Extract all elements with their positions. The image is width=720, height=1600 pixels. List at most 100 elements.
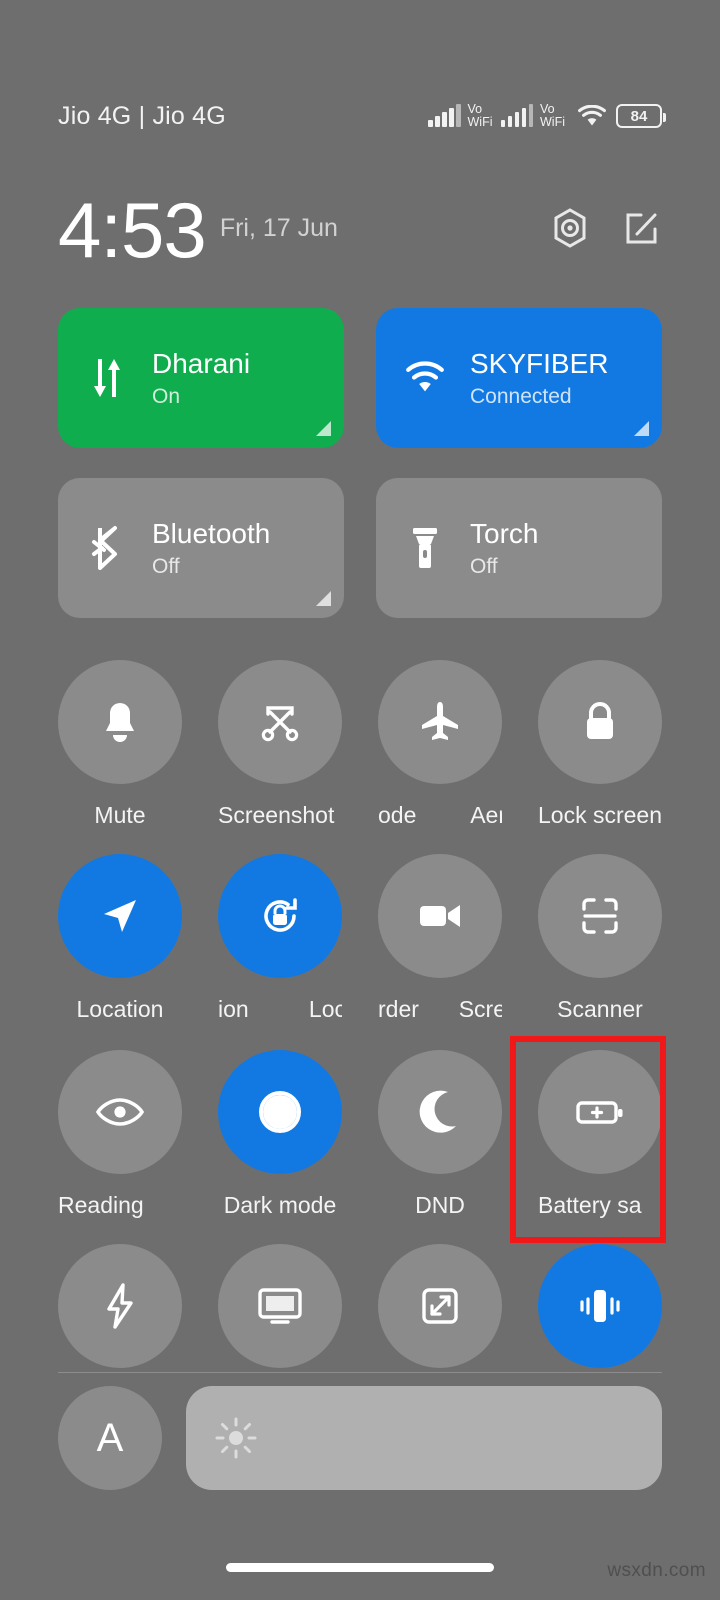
wifi-icon — [577, 104, 607, 128]
wifi-title: SKYFIBER — [470, 347, 609, 379]
tile-label-marquee: rder Scre — [378, 994, 502, 1024]
scan-frame-icon[interactable] — [538, 854, 662, 978]
tile-label: DND — [415, 1191, 465, 1218]
header-actions — [550, 207, 662, 253]
tile-scanner[interactable]: Scanner — [538, 854, 662, 1024]
tile-dark-mode[interactable]: Dark mode — [218, 1050, 342, 1220]
home-gesture-bar[interactable] — [226, 1563, 494, 1572]
vowifi-line2: WiFi — [467, 115, 493, 129]
status-icons: Vo WiFi Vo WiFi 84 — [428, 103, 666, 129]
clock-date: Fri, 17 Jun — [219, 213, 338, 242]
battery-icon: 84 — [616, 104, 666, 128]
tile-label: Screenshot — [218, 801, 335, 828]
expand-corner-icon[interactable] — [316, 591, 331, 606]
mobile-data-title: Dharani — [152, 347, 251, 379]
tile-label: Dark mode — [223, 1191, 337, 1218]
bell-icon[interactable] — [58, 660, 182, 784]
tile-label: Location — [76, 995, 164, 1022]
tile-label-part-b: Loc — [308, 995, 342, 1022]
wifi-icon — [402, 359, 448, 397]
brightness-slider[interactable] — [186, 1386, 662, 1490]
tile-screenshot[interactable]: Screenshot — [218, 660, 342, 830]
auto-brightness-button[interactable]: A — [58, 1386, 162, 1490]
watermark: wsxdn.com — [607, 1560, 706, 1581]
mobile-data-tile[interactable]: Dharani On — [58, 308, 344, 448]
flashlight-icon — [402, 524, 448, 572]
screenshot-scissors-icon[interactable] — [218, 660, 342, 784]
carrier-label: Jio 4G | Jio 4G — [58, 101, 226, 130]
tile-label-marquee: ode Aer — [378, 800, 502, 830]
tile-label-part-a: rder — [378, 995, 419, 1022]
tile-screen-recorder[interactable]: rder Scre — [378, 854, 502, 1024]
expand-corner-icon[interactable] — [316, 421, 331, 436]
tile-label-marquee: ion Loc — [218, 994, 342, 1024]
tile-battery-saver[interactable]: Battery sa — [538, 1050, 662, 1220]
battery-percent: 84 — [630, 107, 648, 125]
monitor-icon[interactable] — [218, 1244, 342, 1368]
lock-icon[interactable] — [538, 660, 662, 784]
settings-hexagon-icon[interactable] — [550, 207, 590, 249]
data-arrows-icon — [84, 355, 130, 401]
vowifi-icon: Vo WiFi — [468, 103, 493, 129]
torch-tile[interactable]: Torch Off — [376, 478, 662, 618]
big-tiles-row-1: Dharani On SKYFIBER Connected — [58, 308, 662, 448]
airplane-icon[interactable] — [378, 660, 502, 784]
torch-title: Torch — [470, 517, 539, 549]
contrast-circle-icon[interactable] — [218, 1050, 342, 1174]
big-tiles-row-2: Bluetooth Off Torch Off — [58, 478, 662, 618]
quick-tiles-row-2: Location ion Loc rder Scre Scanner — [58, 854, 662, 1024]
battery-plus-icon[interactable] — [538, 1050, 662, 1174]
signal-bars-icon — [500, 104, 533, 127]
bluetooth-icon — [84, 524, 130, 572]
tile-label-part-a: ode — [378, 801, 417, 828]
tile-power-boost[interactable] — [58, 1244, 182, 1368]
mobile-data-subtitle: On — [152, 384, 181, 408]
tile-location[interactable]: Location — [58, 854, 182, 1024]
camcorder-icon[interactable] — [378, 854, 502, 978]
tile-label-part-b: Aer — [470, 801, 502, 828]
tile-vibration[interactable] — [538, 1244, 662, 1368]
location-arrow-icon[interactable] — [58, 854, 182, 978]
tile-label-part-a: ion — [218, 995, 249, 1022]
tile-dnd[interactable]: DND — [378, 1050, 502, 1220]
tile-mute[interactable]: Mute — [58, 660, 182, 830]
tile-lock-screen[interactable]: Lock screen — [538, 660, 662, 830]
tile-label: Scanner — [557, 995, 643, 1022]
expand-arrows-icon[interactable] — [378, 1244, 502, 1368]
status-bar: Jio 4G | Jio 4G Vo WiFi Vo WiFi 84 — [0, 96, 720, 136]
quick-tiles-row-3: Reading Dark mode DND Battery sa — [58, 1050, 662, 1220]
panel-divider — [58, 1372, 662, 1373]
clock-time: 4:53 — [58, 186, 207, 274]
bluetooth-tile[interactable]: Bluetooth Off — [58, 478, 344, 618]
wifi-tile[interactable]: SKYFIBER Connected — [376, 308, 662, 448]
moon-icon[interactable] — [378, 1050, 502, 1174]
tile-cast-screen[interactable] — [218, 1244, 342, 1368]
expand-corner-icon[interactable] — [634, 421, 649, 436]
tile-label: Battery sa — [538, 1191, 642, 1218]
signal-bars-icon — [428, 104, 461, 127]
vowifi-line2: WiFi — [540, 115, 565, 129]
edit-pencil-icon[interactable] — [622, 208, 662, 248]
quick-tiles-row-4 — [58, 1244, 662, 1368]
tile-aeroplane-mode[interactable]: ode Aer — [378, 660, 502, 830]
tile-resize-screen[interactable] — [378, 1244, 502, 1368]
rotation-lock-icon[interactable] — [218, 854, 342, 978]
eye-icon[interactable] — [58, 1050, 182, 1174]
tile-label: Mute — [94, 801, 146, 828]
sun-icon — [214, 1416, 258, 1460]
tile-reading-mode[interactable]: Reading — [58, 1050, 182, 1220]
vowifi-icon: Vo WiFi — [540, 103, 565, 129]
tile-label: Reading — [58, 1191, 144, 1218]
wifi-subtitle: Connected — [470, 384, 572, 408]
tile-label: Lock screen — [538, 801, 662, 828]
vibrate-icon[interactable] — [538, 1244, 662, 1368]
torch-subtitle: Off — [470, 554, 498, 578]
quick-tiles-row-1: Mute Screenshot ode Aer — [58, 660, 662, 830]
tile-rotation-lock[interactable]: ion Loc — [218, 854, 342, 1024]
lightning-bolt-icon[interactable] — [58, 1244, 182, 1368]
bluetooth-title: Bluetooth — [152, 517, 271, 549]
tile-label-part-b: Scre — [458, 995, 502, 1022]
bluetooth-subtitle: Off — [152, 554, 180, 578]
clock-header: 4:53 Fri, 17 Jun — [0, 180, 720, 280]
brightness-row: A — [58, 1386, 662, 1490]
